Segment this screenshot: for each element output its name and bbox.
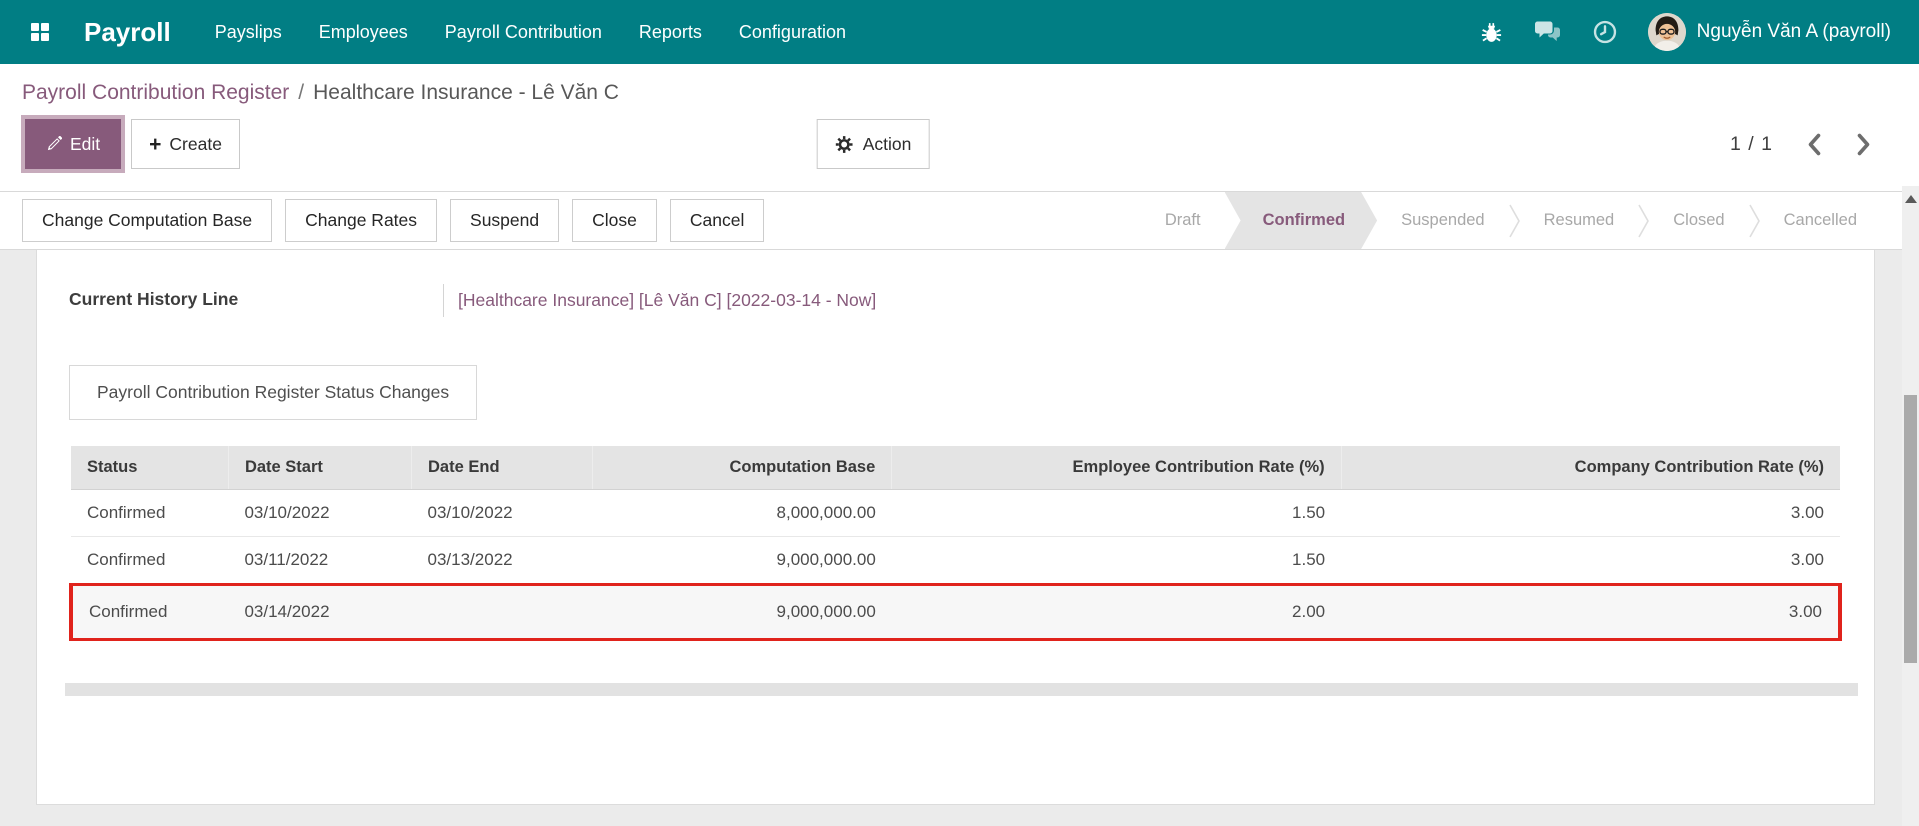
chevron-separator-icon [1748,192,1760,249]
chevron-separator-icon [1638,192,1650,249]
status-button-change-rates[interactable]: Change Rates [285,199,438,242]
cell-computation-base[interactable]: 9,000,000.00 [592,583,892,641]
status-changes-table-wrap: Status Date Start Date End Computation Base… [68,446,1842,641]
cell-employee-contribution-rate[interactable]: 2.00 [891,583,1342,641]
messages-icon[interactable] [1534,20,1562,44]
field-label: Current History Line [69,289,239,309]
cell-date-start[interactable]: 03/14/2022 [228,583,412,641]
notebook-tabs: Payroll Contribution Register Status Cha… [69,365,1874,420]
cell-computation-base[interactable]: 8,000,000.00 [592,489,892,537]
menu-item-payroll-contribution[interactable]: Payroll Contribution [445,22,602,43]
gear-icon [835,135,854,154]
debug-bug-icon[interactable] [1479,20,1504,45]
pencil-icon [46,136,62,152]
cell-date-start[interactable]: 03/11/2022 [228,536,412,585]
status-state-draft[interactable]: Draft [1141,192,1225,249]
chevron-right-icon [1856,133,1871,156]
control-buttons-row: Edit + Create Action 1 / 1 [20,119,1899,169]
status-changes-table: Status Date Start Date End Computation Base… [68,446,1842,641]
cell-date-start[interactable]: 03/10/2022 [228,489,412,537]
chevron-separator-icon [1508,192,1520,249]
cell-company-contribution-rate[interactable]: 3.00 [1341,583,1842,641]
avatar [1647,13,1686,51]
status-state-closed[interactable]: Closed [1649,192,1748,249]
column-header-employee-contribution-rate[interactable]: Employee Contribution Rate (%) [891,446,1342,490]
edit-button[interactable]: Edit [25,119,122,169]
pager-previous-button[interactable] [1807,133,1822,156]
control-panel: Payroll Contribution Register / Healthcare… [0,64,1919,192]
app-root: Payroll Payslips Employees Payroll Contrib… [0,0,1919,826]
table-header-row: Status Date Start Date End Computation Base… [71,446,1840,490]
scroll-up-arrow-icon[interactable] [1904,195,1917,203]
breadcrumb-separator: / [298,81,305,104]
status-state-cancelled[interactable]: Cancelled [1760,192,1881,249]
status-state-resumed[interactable]: Resumed [1520,192,1639,249]
cell-employee-contribution-rate[interactable]: 1.50 [891,536,1342,585]
menu-item-reports[interactable]: Reports [639,22,702,43]
cell-status[interactable]: Confirmed [68,583,229,641]
cell-company-contribution-rate[interactable]: 3.00 [1341,536,1840,585]
vertical-scrollbar-thumb[interactable] [1904,395,1917,663]
breadcrumb: Payroll Contribution Register / Healthcare… [22,81,1899,105]
edit-button-label: Edit [70,133,101,154]
table-row[interactable]: Confirmed 03/10/2022 03/10/2022 8,000,000.0… [71,489,1840,537]
app-brand[interactable]: Payroll [84,17,171,48]
cell-status[interactable]: Confirmed [71,489,229,537]
status-state-confirmed[interactable]: Confirmed [1225,192,1378,249]
status-button-suspend[interactable]: Suspend [450,199,560,242]
user-menu[interactable]: Nguyễn Văn A (payroll) [1647,13,1891,51]
cell-date-end[interactable] [411,583,593,641]
menu-item-employees[interactable]: Employees [319,22,408,43]
cell-employee-contribution-rate[interactable]: 1.50 [891,489,1342,537]
menu-item-payslips[interactable]: Payslips [215,22,282,43]
breadcrumb-parent-link[interactable]: Payroll Contribution Register [22,81,289,104]
table-row[interactable]: Confirmed 03/11/2022 03/13/2022 9,000,000.0… [71,536,1840,585]
plus-icon: + [149,132,162,156]
cell-computation-base[interactable]: 9,000,000.00 [592,536,892,585]
statusbar: Change Computation Base Change Rates Suspe… [0,192,1919,250]
cell-status[interactable]: Confirmed [71,536,229,585]
activities-clock-icon[interactable] [1592,19,1618,45]
status-state-suspended[interactable]: Suspended [1377,192,1509,249]
pager-value: 1 / 1 [1730,132,1773,155]
apps-menu-button[interactable] [18,10,62,54]
field-value-link[interactable]: [Healthcare Insurance] [Lê Văn C] [2022-… [443,284,911,317]
top-menu: Payslips Employees Payroll Contribution Rep… [215,22,846,43]
action-button[interactable]: Action [816,119,930,169]
status-button-cancel[interactable]: Cancel [669,199,765,242]
column-header-date-start[interactable]: Date Start [227,446,412,490]
top-navbar: Payroll Payslips Employees Payroll Contrib… [0,0,1919,64]
vertical-scrollbar[interactable] [1902,186,1919,826]
status-pipeline: Draft Confirmed Suspended Resumed Closed Canc… [1141,192,1881,249]
cell-date-end[interactable]: 03/13/2022 [411,536,593,585]
column-header-status[interactable]: Status [71,446,229,490]
horizontal-scrollbar[interactable] [65,683,1858,696]
form-area: Current History Line [Healthcare Insuran… [0,250,1919,826]
cell-company-contribution-rate[interactable]: 3.00 [1341,489,1840,537]
column-header-company-contribution-rate[interactable]: Company Contribution Rate (%) [1340,446,1840,490]
status-button-change-computation-base[interactable]: Change Computation Base [22,199,273,242]
status-button-close[interactable]: Close [572,199,657,242]
breadcrumb-current: Healthcare Insurance - Lê Văn C [313,81,619,104]
menu-item-configuration[interactable]: Configuration [739,22,846,43]
navbar-right: Nguyễn Văn A (payroll) [1479,13,1901,51]
pager-next-button[interactable] [1856,133,1871,156]
create-button-label: Create [169,133,222,154]
create-button[interactable]: + Create [131,119,240,169]
apps-grid-icon [28,20,52,44]
form-sheet: Current History Line [Healthcare Insuran… [36,250,1875,805]
chevron-left-icon [1807,133,1822,156]
table-row-highlighted[interactable]: Confirmed 03/14/2022 9,000,000.00 2.00 3.00 [68,583,1842,641]
field-current-history-line: Current History Line [Healthcare Insuran… [37,250,1874,317]
action-button-label: Action [862,133,912,154]
user-name: Nguyễn Văn A (payroll) [1696,21,1891,42]
column-header-computation-base[interactable]: Computation Base [592,446,892,490]
status-action-buttons: Change Computation Base Change Rates Suspe… [22,199,765,242]
column-header-date-end[interactable]: Date End [411,446,593,490]
pager: 1 / 1 [1730,133,1899,156]
tab-status-changes[interactable]: Payroll Contribution Register Status Cha… [69,365,478,420]
cell-date-end[interactable]: 03/10/2022 [411,489,593,537]
